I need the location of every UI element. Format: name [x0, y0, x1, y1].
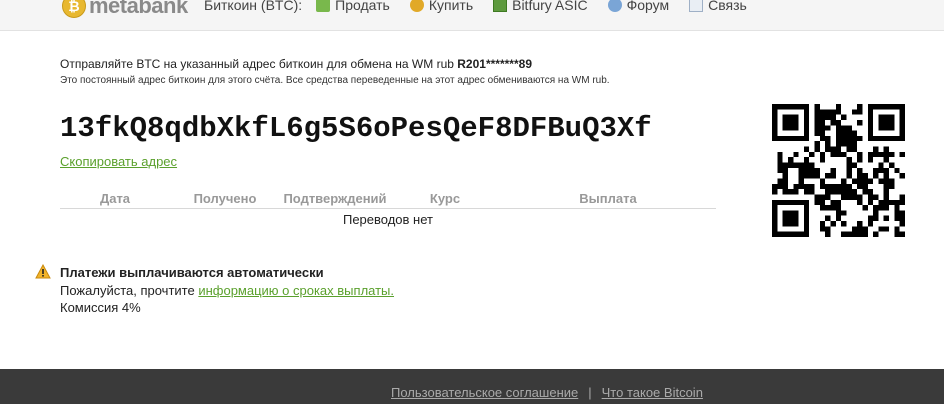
- notice-text-prefix: Пожалуйста, прочтите: [60, 283, 199, 298]
- logo-text: metabank: [89, 0, 188, 18]
- nav-sell-label: Продать: [335, 0, 390, 13]
- user-agreement-link[interactable]: Пользовательское соглашение: [391, 385, 578, 400]
- transfers-table: Дата Получено Подтверждений Курс Выплата…: [60, 188, 716, 227]
- mail-icon: [689, 0, 704, 12]
- bitcoin-address[interactable]: 13fkQ8qdbXkfL6g5S6oPesQeF8DFBuQ3Xf: [60, 112, 652, 145]
- nav-asic-label: Bitfury ASIC: [512, 0, 588, 13]
- main-nav: Биткоин (BTC): Продать Купить Bitfury AS…: [204, 0, 767, 13]
- nav-contact[interactable]: Связь: [689, 0, 747, 13]
- top-navigation-bar: ₿ metabank Биткоин (BTC): Продать Купить…: [0, 0, 944, 31]
- nav-buy[interactable]: Купить: [409, 0, 474, 13]
- nav-buy-label: Купить: [428, 0, 474, 13]
- currency-crumb: Биткоин (BTC):: [204, 0, 303, 13]
- payout-terms-link[interactable]: информацию о сроках выплаты.: [198, 283, 394, 298]
- nav-sell[interactable]: Продать: [316, 0, 390, 13]
- nav-bitfury-asic[interactable]: Bitfury ASIC: [493, 0, 588, 13]
- column-date: Дата: [99, 190, 131, 206]
- footer-links: Пользовательское соглашение | Что такое Bi…: [391, 385, 703, 400]
- column-received: Получено: [193, 190, 257, 206]
- bitcoin-logo-icon: ₿: [62, 0, 86, 18]
- footer: Пользовательское соглашение | Что такое Bi…: [0, 369, 944, 404]
- column-payout: Выплата: [579, 190, 637, 206]
- column-confirmations: Подтверждений: [283, 190, 387, 206]
- instruction-text: Отправляйте BTC на указанный адрес битко…: [60, 57, 532, 71]
- table-header: Дата Получено Подтверждений Курс Выплата: [60, 188, 716, 209]
- commission-text: Комиссия 4%: [60, 300, 141, 315]
- no-transfers-message: Переводов нет: [342, 212, 433, 227]
- qr-code: [772, 104, 905, 237]
- forum-icon: [607, 0, 622, 12]
- sell-icon: [316, 0, 331, 12]
- instruction-subtext: Это постоянный адрес биткоин для этого с…: [60, 75, 610, 86]
- metabank-logo[interactable]: ₿ metabank: [62, 0, 188, 20]
- copy-address-link[interactable]: Скопировать адрес: [60, 154, 177, 169]
- bitcoin-coin-icon: [409, 0, 424, 12]
- notice-text: Пожалуйста, прочтите информацию о сроках…: [60, 283, 394, 298]
- what-is-bitcoin-link[interactable]: Что такое Bitcoin: [602, 385, 703, 400]
- nav-forum[interactable]: Форум: [607, 0, 670, 13]
- notice-title: Платежи выплачиваются автоматически: [60, 265, 324, 280]
- wm-purse-number: R201*******89: [457, 57, 532, 71]
- asic-chip-icon: [493, 0, 508, 12]
- warning-icon: [35, 264, 51, 279]
- column-rate: Курс: [429, 190, 461, 206]
- instruction-lead: Отправляйте BTC на указанный адрес битко…: [60, 57, 458, 71]
- footer-separator: |: [588, 385, 592, 400]
- nav-forum-label: Форум: [626, 0, 670, 13]
- nav-contact-label: Связь: [708, 0, 747, 13]
